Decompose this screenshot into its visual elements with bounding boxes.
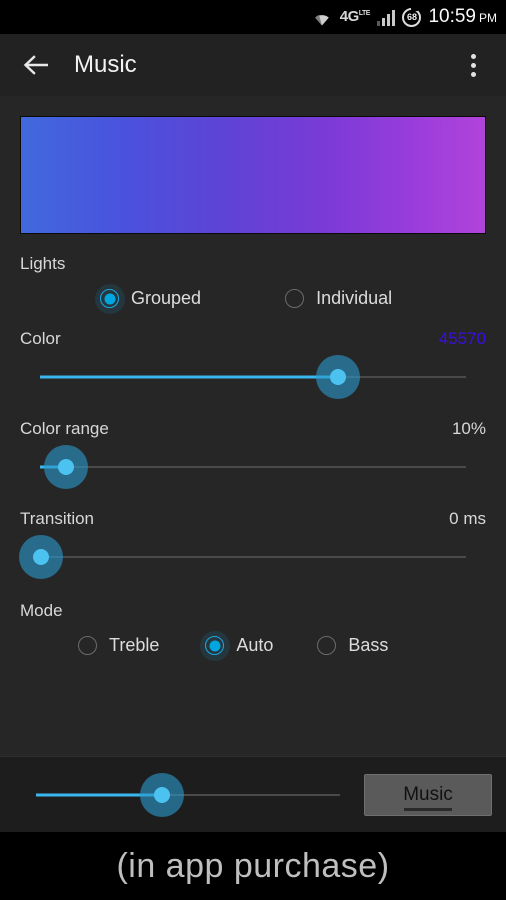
radio-indicator-treble	[78, 636, 97, 655]
color-range-slider[interactable]	[20, 445, 486, 489]
radio-indicator-auto	[205, 636, 225, 655]
clock-meridiem: PM	[479, 11, 497, 25]
radio-indicator-individual	[285, 289, 305, 308]
transition-value: 0 ms	[449, 509, 486, 528]
lights-label: Lights	[20, 254, 66, 273]
color-range-header: Color range 10%	[20, 419, 486, 439]
radio-label-auto: Auto	[236, 635, 274, 655]
radio-option-individual[interactable]: Individual	[285, 288, 392, 309]
clock-time: 10:59	[428, 6, 476, 27]
mode-radio-group: Treble Auto Bass	[20, 635, 486, 656]
transition-slider-track	[40, 556, 466, 558]
wifi-icon	[311, 9, 333, 26]
transition-label: Transition	[20, 509, 95, 528]
overflow-menu-icon[interactable]	[456, 43, 490, 87]
page-title: Music	[74, 51, 137, 78]
battery-icon: 68	[402, 7, 422, 27]
radio-option-bass[interactable]: Bass	[317, 635, 388, 656]
color-range-label: Color range	[20, 419, 109, 438]
transition-slider-thumb[interactable]	[19, 535, 63, 579]
music-source-button[interactable]: Music	[364, 773, 492, 816]
color-slider-thumb[interactable]	[316, 355, 361, 399]
color-slider[interactable]	[20, 355, 486, 399]
volume-slider[interactable]	[14, 769, 354, 821]
radio-label-individual: Individual	[316, 288, 393, 308]
mode-label: Mode	[20, 601, 63, 620]
volume-slider-thumb[interactable]	[140, 772, 184, 817]
radio-indicator-bass	[317, 636, 337, 655]
signal-bars-icon	[376, 9, 396, 26]
color-label: Color	[20, 329, 61, 348]
settings-content: Lights Grouped Individual Color 45570 Co…	[0, 100, 506, 756]
color-range-slider-track	[40, 466, 466, 468]
radio-label-bass: Bass	[348, 635, 389, 655]
color-gradient-preview[interactable]	[20, 116, 486, 234]
color-value: 45570	[438, 329, 486, 348]
in-app-purchase-caption: (in app purchase)	[0, 832, 506, 900]
radio-option-auto[interactable]: Auto	[205, 635, 273, 656]
bottom-bar: Music	[0, 756, 506, 832]
transition-slider[interactable]	[19, 535, 486, 579]
radio-indicator-grouped	[100, 289, 119, 308]
radio-label-grouped: Grouped	[131, 288, 202, 308]
music-button-underline	[404, 807, 452, 811]
radio-option-treble[interactable]: Treble	[78, 635, 159, 656]
app-screen: 4GLTE 68 10:59 PM Music Lights Grouped I…	[0, 0, 506, 900]
color-range-value: 10%	[451, 419, 486, 438]
back-arrow-icon[interactable]	[16, 44, 58, 86]
status-bar: 4GLTE 68 10:59 PM	[0, 0, 506, 34]
music-source-button-label: Music	[403, 783, 453, 805]
color-header: Color 45570	[20, 329, 486, 349]
action-bar: Music	[0, 34, 506, 96]
color-slider-fill	[40, 375, 347, 379]
transition-header: Transition 0 ms	[20, 509, 486, 529]
radio-label-treble: Treble	[109, 635, 160, 655]
status-clock: 10:59 PM	[428, 6, 497, 28]
color-range-slider-thumb[interactable]	[44, 445, 88, 489]
caption-text: (in app purchase)	[116, 846, 390, 885]
network-type-indicator: 4GLTE	[339, 7, 371, 25]
lights-radio-group: Grouped Individual	[20, 288, 486, 309]
radio-option-grouped[interactable]: Grouped	[100, 288, 201, 309]
